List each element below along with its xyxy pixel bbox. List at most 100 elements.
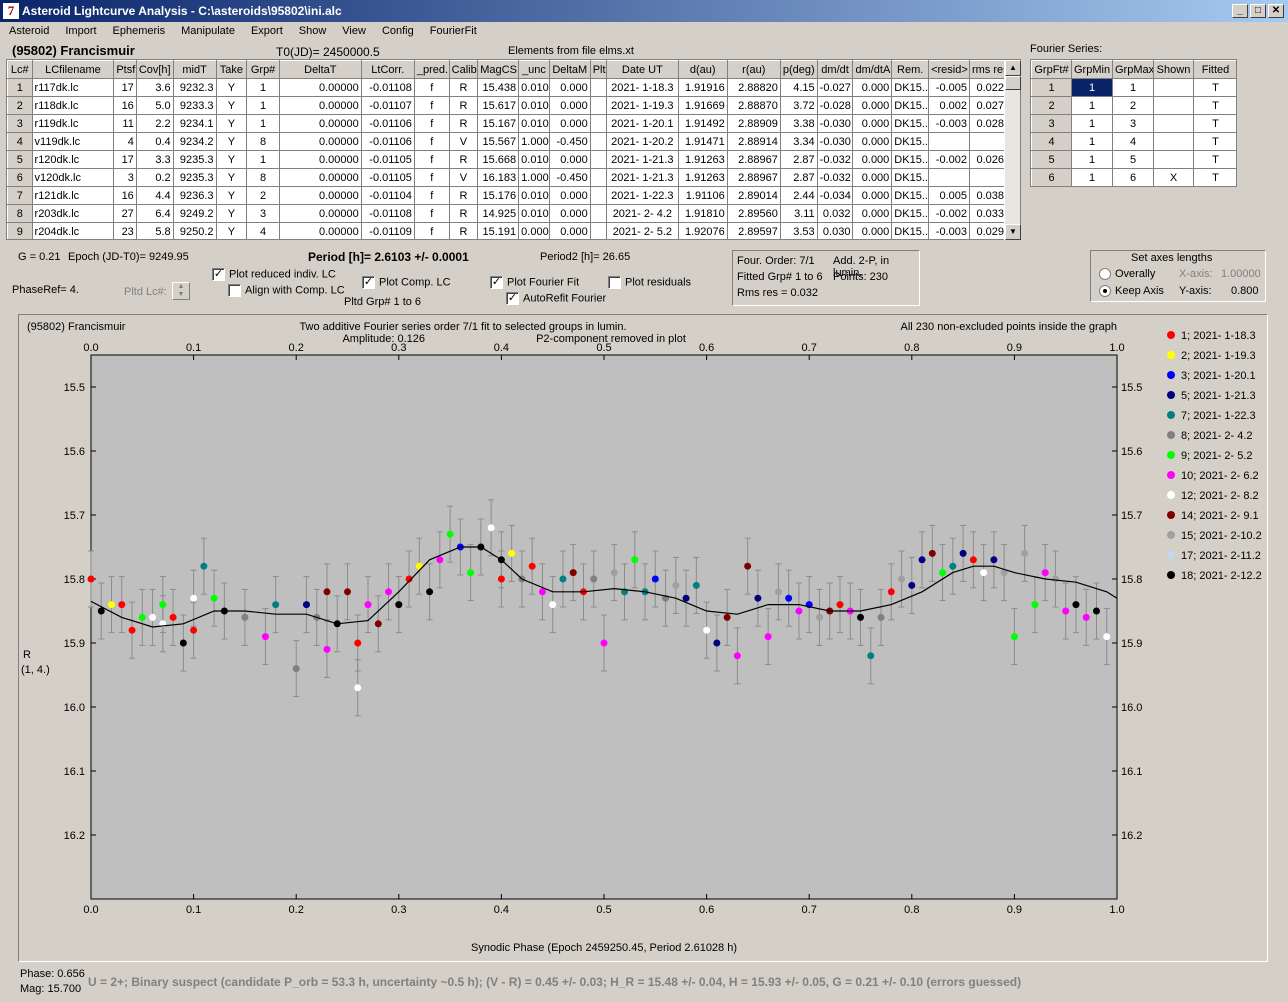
table-cell[interactable]: 8	[246, 168, 280, 187]
table-cell[interactable]: 0.038	[968, 186, 1008, 205]
table-cell[interactable]: 1.91492	[677, 114, 728, 133]
table-cell[interactable]	[589, 204, 608, 223]
table-cell[interactable]: 1.91263	[677, 168, 728, 187]
table-cell[interactable]: 2.88967	[726, 150, 781, 169]
table-cell[interactable]: 2021- 1-19.3	[606, 96, 679, 115]
table-cell[interactable]: -0.003	[928, 114, 970, 133]
lc-table-scrollbar[interactable]: ▲ ▼	[1004, 60, 1021, 240]
table-cell[interactable]: 0.000	[852, 114, 893, 133]
table-cell[interactable]: 23	[113, 222, 137, 239]
table-row[interactable]: 111T	[1031, 78, 1236, 97]
table-cell[interactable]: 0.010	[518, 186, 550, 205]
table-cell[interactable]: -0.01109	[360, 222, 415, 239]
table-cell[interactable]: 1	[1112, 78, 1154, 97]
table-row[interactable]: 313 T	[1031, 114, 1236, 133]
table-cell[interactable]: Y	[215, 204, 248, 223]
scroll-up-button[interactable]: ▲	[1005, 60, 1021, 76]
lc-col-header[interactable]: r(au)	[726, 60, 781, 79]
table-cell[interactable]: r119dk.lc	[31, 114, 115, 133]
table-cell[interactable]: -0.01106	[360, 132, 415, 151]
row-number[interactable]: 5	[7, 150, 33, 169]
table-cell[interactable]: r117dk.lc	[31, 78, 115, 97]
table-cell[interactable]: T	[1193, 78, 1236, 97]
table-cell[interactable]: 2021- 1-22.3	[606, 186, 679, 205]
lc-col-header[interactable]: DeltaT	[278, 60, 362, 79]
table-cell[interactable]: 0.010	[518, 150, 550, 169]
table-cell[interactable]: 0.000	[518, 222, 550, 239]
table-cell[interactable]: f	[413, 132, 450, 151]
table-cell[interactable]: R	[448, 186, 479, 205]
plot-comp-checkbox[interactable]: ✓ Plot Comp. LC	[362, 276, 451, 289]
table-cell[interactable]: 0.000	[548, 96, 591, 115]
table-cell[interactable]: 2.87	[779, 168, 818, 187]
table-cell[interactable]: 2021- 1-21.3	[606, 168, 679, 187]
table-cell[interactable]	[1153, 114, 1194, 133]
table-cell[interactable]	[968, 168, 1008, 187]
menu-export[interactable]: Export	[242, 22, 290, 37]
row-number[interactable]: 2	[7, 96, 33, 115]
table-cell[interactable]: -0.002	[928, 150, 970, 169]
pltd-lc-spinner[interactable]: ▲ ▼	[172, 282, 190, 300]
table-cell[interactable]: -0.01106	[360, 114, 415, 133]
table-cell[interactable]: T	[1193, 96, 1236, 115]
fourier-col-header[interactable]: Shown	[1153, 60, 1194, 79]
table-cell[interactable]: 3.6	[135, 78, 174, 97]
table-cell[interactable]: 4	[1112, 132, 1154, 151]
table-cell[interactable]	[1153, 78, 1194, 97]
table-cell[interactable]: 3.11	[779, 204, 818, 223]
row-number[interactable]: 5	[1031, 150, 1072, 169]
lightcurve-plot[interactable]: 0.0 0.0 0.1 0.1 0.2 0.2 0.3 0.3 0.4 0.4 0.5 0.5 0.6 0…	[18, 314, 1268, 962]
table-cell[interactable]: 6.4	[135, 204, 174, 223]
table-cell[interactable]: Y	[215, 222, 248, 239]
table-cell[interactable]: 0.000	[852, 186, 893, 205]
table-cell[interactable]: 9236.3	[172, 186, 217, 205]
lc-col-header[interactable]: Lc#	[7, 60, 33, 79]
table-cell[interactable]: 2021- 1-18.3	[606, 78, 679, 97]
table-cell[interactable]: 0.022	[968, 78, 1008, 97]
table-cell[interactable]: 17	[113, 78, 137, 97]
table-cell[interactable]: 0.000	[548, 114, 591, 133]
align-comp-checkbox[interactable]: Align with Comp. LC	[228, 284, 345, 297]
table-cell[interactable]: DK15...	[891, 78, 930, 97]
table-cell[interactable]: 0.2	[135, 168, 174, 187]
table-cell[interactable]: Y	[215, 168, 248, 187]
row-number[interactable]: 3	[1031, 114, 1072, 133]
table-cell[interactable]: 2021- 2- 5.2	[606, 222, 679, 239]
table-cell[interactable]: 3.53	[779, 222, 818, 239]
table-cell[interactable]: 1	[246, 114, 280, 133]
table-cell[interactable]: 1.91263	[677, 150, 728, 169]
table-cell[interactable]: f	[413, 96, 450, 115]
table-cell[interactable]: -0.028	[816, 96, 854, 115]
table-cell[interactable]: 5	[1112, 150, 1154, 169]
table-cell[interactable]: 2	[246, 186, 280, 205]
table-cell[interactable]: f	[413, 150, 450, 169]
table-cell[interactable]: -0.030	[816, 132, 854, 151]
table-cell[interactable]: DK15...	[891, 96, 930, 115]
table-cell[interactable]: 2.88820	[726, 78, 781, 97]
table-cell[interactable]: 2021- 1-20.1	[606, 114, 679, 133]
table-cell[interactable]: 2.88914	[726, 132, 781, 151]
table-cell[interactable]: 2.87	[779, 150, 818, 169]
fourier-col-header[interactable]: Fitted	[1193, 60, 1236, 79]
table-cell[interactable]: -0.032	[816, 150, 854, 169]
table-cell[interactable]: 9234.2	[172, 132, 217, 151]
table-cell[interactable]: 2.88870	[726, 96, 781, 115]
table-cell[interactable]: 1	[1071, 114, 1113, 133]
table-cell[interactable]: 0.010	[518, 96, 550, 115]
table-row[interactable]: 7 r121dk.lc 16 4.4 9236.3 Y 2 0.00000 -0.01104 f R…	[7, 186, 1008, 205]
table-cell[interactable]: 2.89597	[726, 222, 781, 239]
table-cell[interactable]: R	[448, 114, 479, 133]
table-cell[interactable]: 16	[113, 96, 137, 115]
table-row[interactable]: 2 r118dk.lc 16 5.0 9233.3 Y 1 0.00000 -0.01107 f R…	[7, 96, 1008, 115]
plot-fourier-checkbox[interactable]: ✓ Plot Fourier Fit	[490, 276, 579, 289]
table-cell[interactable]: Y	[215, 114, 248, 133]
table-row[interactable]: 212 T	[1031, 96, 1236, 115]
table-cell[interactable]: 0.010	[518, 204, 550, 223]
table-cell[interactable]: 0.010	[518, 114, 550, 133]
table-cell[interactable]: 0.00000	[278, 150, 362, 169]
table-cell[interactable]: 16.183	[477, 168, 520, 187]
table-cell[interactable]: 4	[246, 222, 280, 239]
table-cell[interactable]	[1153, 150, 1194, 169]
table-cell[interactable]: 11	[113, 114, 137, 133]
menu-show[interactable]: Show	[290, 22, 334, 37]
